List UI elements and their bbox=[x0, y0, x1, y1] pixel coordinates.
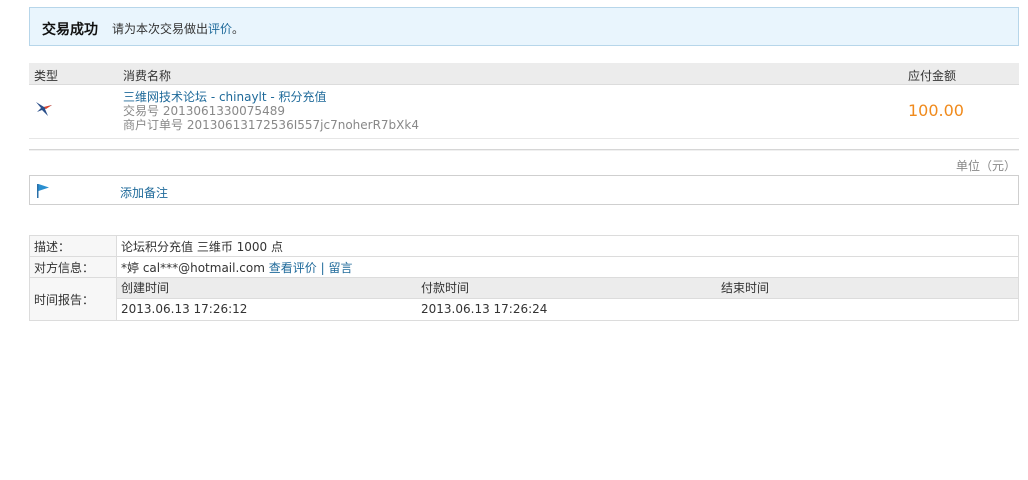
memo-box: 添加备注 bbox=[29, 175, 1019, 205]
header-name: 消费名称 bbox=[123, 69, 172, 83]
counterparty-label: 对方信息： bbox=[29, 256, 117, 278]
end-time-value bbox=[717, 299, 1017, 320]
time-report-label: 时间报告： bbox=[29, 277, 117, 321]
order-row: 三维网技术论坛 - chinaylt - 积分充值 交易号 2013061330… bbox=[29, 85, 1019, 139]
header-type: 类型 bbox=[34, 69, 59, 83]
counterparty-value: *婷 cal***@hotmail.com 查看评价 | 留言 bbox=[116, 256, 1019, 278]
end-time-header: 结束时间 bbox=[721, 281, 770, 295]
review-prompt-text: 请为本次交易做出 bbox=[112, 22, 209, 36]
link-separator: | bbox=[320, 260, 325, 275]
created-time-header: 创建时间 bbox=[121, 281, 170, 295]
order-table: 类型 消费名称 应付金额 三维网技术论坛 - chinaylt - 积分充值 交… bbox=[29, 63, 1019, 139]
created-time-value: 2013.06.13 17:26:12 bbox=[121, 302, 248, 316]
add-note-link[interactable]: 添加备注 bbox=[120, 184, 168, 201]
time-values: 2013.06.13 17:26:12 2013.06.13 17:26:24 bbox=[117, 299, 1018, 320]
flag-icon bbox=[37, 184, 49, 198]
order-amount: 100.00 bbox=[908, 101, 964, 120]
description-value: 论坛积分充值 三维币 1000 点 bbox=[116, 235, 1019, 257]
review-prompt: 请为本次交易做出评价。 bbox=[112, 20, 244, 37]
trade-number: 交易号 2013061330075489 bbox=[123, 104, 285, 118]
order-info: 三维网技术论坛 - chinaylt - 积分充值 交易号 2013061330… bbox=[123, 90, 419, 132]
success-title: 交易成功 bbox=[42, 22, 98, 38]
merchant-order-number: 商户订单号 20130613172536I557jc7noherR7bXk4 bbox=[123, 118, 419, 132]
detail-table: 描述： 论坛积分充值 三维币 1000 点 对方信息： *婷 cal***@ho… bbox=[29, 235, 1019, 321]
order-divider bbox=[29, 149, 1019, 151]
review-link[interactable]: 评价 bbox=[208, 22, 232, 36]
counterparty-row: 对方信息： *婷 cal***@hotmail.com 查看评价 | 留言 bbox=[29, 256, 1019, 278]
time-report-row: 时间报告： 创建时间 付款时间 结束时间 2013.06.13 17:26:12… bbox=[29, 277, 1019, 321]
paid-time-value: 2013.06.13 17:26:24 bbox=[421, 302, 548, 316]
order-name-link[interactable]: 三维网技术论坛 - chinaylt - 积分充值 bbox=[123, 90, 419, 104]
currency-unit: 单位（元） bbox=[955, 159, 1016, 173]
description-label: 描述： bbox=[29, 235, 117, 257]
order-table-header: 类型 消费名称 应付金额 bbox=[29, 63, 1019, 85]
counterparty-info: *婷 cal***@hotmail.com bbox=[121, 260, 265, 275]
time-headers: 创建时间 付款时间 结束时间 bbox=[117, 278, 1018, 299]
description-row: 描述： 论坛积分充值 三维币 1000 点 bbox=[29, 235, 1019, 257]
trade-success-banner: 交易成功 请为本次交易做出评价。 bbox=[29, 7, 1019, 46]
header-amount: 应付金额 bbox=[908, 69, 957, 83]
message-link[interactable]: 留言 bbox=[328, 261, 352, 275]
paid-time-header: 付款时间 bbox=[421, 281, 470, 295]
time-report-cell: 创建时间 付款时间 结束时间 2013.06.13 17:26:12 2013.… bbox=[116, 277, 1019, 321]
view-review-link[interactable]: 查看评价 bbox=[269, 261, 317, 275]
swallow-icon bbox=[36, 102, 52, 116]
review-prompt-end: 。 bbox=[232, 22, 245, 36]
